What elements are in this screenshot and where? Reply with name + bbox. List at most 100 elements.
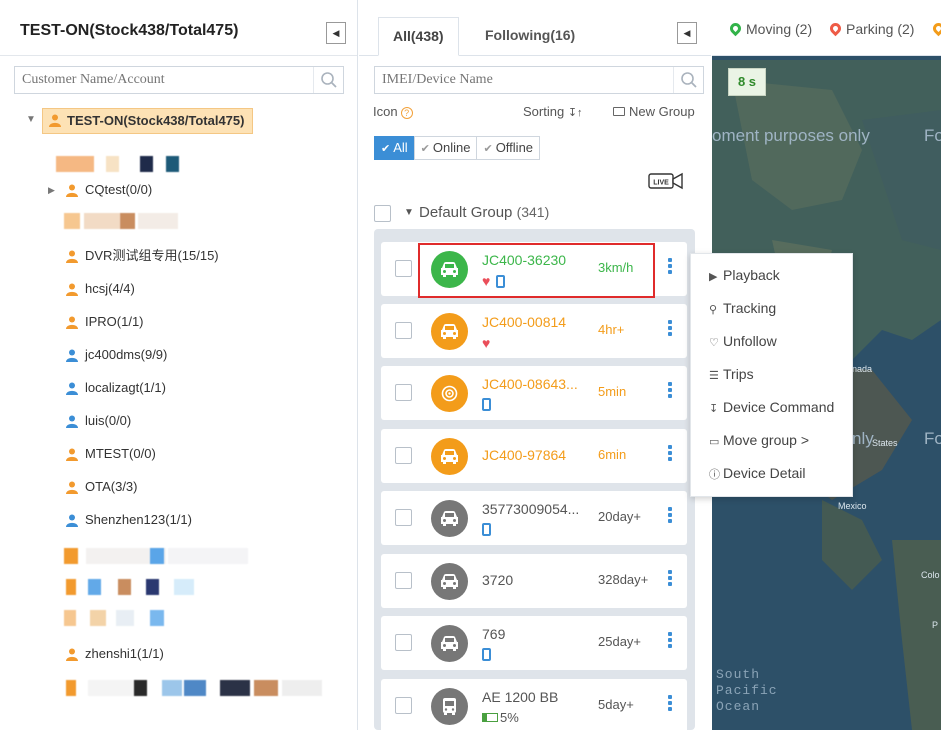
tree-item[interactable]: localizagt(1/1): [66, 378, 166, 398]
device-card[interactable]: 769 25day+: [381, 616, 687, 670]
map-label-mexico: Mexico: [838, 501, 867, 511]
tab-all[interactable]: All(438): [378, 17, 459, 56]
tree-item-label: IPRO(1/1): [85, 314, 144, 329]
device-checkbox[interactable]: [395, 447, 412, 464]
expand-arrow-icon[interactable]: ▶: [48, 180, 55, 200]
live-video-icon[interactable]: LIVE: [648, 171, 684, 191]
more-options-icon[interactable]: [668, 695, 674, 713]
device-card[interactable]: 35773009054... 20day+: [381, 491, 687, 545]
tree-root-label[interactable]: TEST-ON(Stock438/Total475): [42, 108, 254, 134]
device-card[interactable]: JC400-00814 ♥ 4hr+: [381, 304, 687, 358]
customer-panel-header: TEST-ON(Stock438/Total475) ◀: [0, 0, 357, 56]
menu-item-move-group[interactable]: ▭ Move group >: [709, 432, 809, 448]
help-icon[interactable]: ?: [400, 107, 413, 119]
map-label-p: P: [932, 620, 939, 630]
device-card[interactable]: JC400-08643... 5min: [381, 366, 687, 420]
menu-item-tracking[interactable]: ⚲ Tracking: [709, 300, 776, 316]
device-status-icons: [482, 647, 491, 663]
device-search-input[interactable]: [375, 67, 671, 93]
device-card[interactable]: 3720 328day+: [381, 554, 687, 608]
icon-setting[interactable]: Icon?: [373, 104, 413, 119]
search-icon[interactable]: [313, 67, 343, 93]
device-name: 35773009054...: [482, 501, 580, 517]
device-status: 25day+: [598, 634, 642, 649]
device-card[interactable]: JC400-97864 6min: [381, 429, 687, 483]
more-options-icon[interactable]: [668, 632, 674, 650]
map-ocean-label: South Pacific Ocean: [716, 667, 778, 715]
menu-item-unfollow[interactable]: ♡ Unfollow: [709, 333, 777, 349]
tree-root-text: TEST-ON(Stock438/Total475): [67, 113, 245, 128]
collapse-device-panel-button[interactable]: ◀: [677, 22, 697, 44]
phone-icon: [482, 648, 491, 661]
device-checkbox[interactable]: [395, 322, 412, 339]
tree-item[interactable]: jc400dms(9/9): [66, 345, 167, 365]
customer-search-input[interactable]: [15, 67, 311, 93]
tab-following[interactable]: Following(16): [471, 17, 589, 56]
menu-item-trips[interactable]: ☰ Trips: [709, 366, 754, 382]
legend-parking-label: Parking (2): [846, 21, 915, 37]
play-icon: ▶: [709, 271, 718, 283]
legend-parking[interactable]: Parking (2): [827, 20, 915, 37]
filter-online-label: Online: [432, 140, 471, 155]
device-checkbox[interactable]: [395, 697, 412, 714]
check-icon: ✔: [483, 143, 493, 155]
phone-icon: [482, 523, 491, 536]
more-options-icon[interactable]: [668, 258, 674, 276]
map-label-colo: Colo: [921, 570, 940, 580]
customer-search-field[interactable]: [14, 66, 344, 94]
filter-online-button[interactable]: ✔ Online: [413, 136, 478, 160]
blue-user-icon: [66, 414, 78, 434]
menu-item-playback[interactable]: ▶ Playback: [709, 267, 780, 283]
expand-arrow-icon[interactable]: ▼: [26, 114, 36, 125]
tree-item[interactable]: OTA(3/3): [66, 477, 138, 497]
new-group-button[interactable]: New Group: [613, 104, 695, 119]
green-pin-icon: [727, 20, 744, 37]
refresh-timer[interactable]: 8 s: [728, 68, 766, 96]
more-options-icon[interactable]: [668, 570, 674, 588]
device-checkbox[interactable]: [395, 634, 412, 651]
tree-item[interactable]: luis(0/0): [66, 411, 131, 431]
map-label-states: States: [872, 438, 898, 448]
menu-item-device-command[interactable]: ↧ Device Command: [709, 399, 834, 415]
battery-indicator: 5%: [482, 710, 519, 725]
more-options-icon[interactable]: [668, 507, 674, 525]
device-checkbox[interactable]: [395, 572, 412, 589]
tree-item[interactable]: DVR测试组专用(15/15): [66, 246, 219, 266]
tree-item[interactable]: hcsj(4/4): [66, 279, 135, 299]
more-options-icon[interactable]: [668, 382, 674, 400]
new-group-label: New Group: [629, 104, 695, 119]
orange-user-icon: [66, 480, 78, 500]
legend-moving-label: Moving (2): [746, 21, 813, 37]
blue-user-icon: [66, 381, 78, 401]
more-options-icon[interactable]: [668, 445, 674, 463]
car-icon: [431, 500, 468, 537]
device-card[interactable]: AE 1200 BB 5% 5day+: [381, 679, 687, 730]
device-search-field[interactable]: [374, 66, 704, 94]
device-checkbox[interactable]: [395, 384, 412, 401]
device-name: AE 1200 BB: [482, 689, 559, 705]
filter-offline-button[interactable]: ✔ Offline: [476, 136, 541, 160]
device-checkbox[interactable]: [395, 509, 412, 526]
device-checkbox[interactable]: [395, 260, 412, 277]
battery-icon: [482, 713, 498, 722]
group-checkbox[interactable]: [374, 205, 391, 222]
more-options-icon[interactable]: [668, 320, 674, 338]
menu-item-device-detail[interactable]: ⓘ Device Detail: [709, 465, 805, 482]
orange-user-icon: [66, 447, 78, 467]
legend-idle[interactable]: [930, 20, 941, 37]
tree-item[interactable]: ▶ CQtest(0/0): [48, 180, 152, 200]
collapse-group-icon[interactable]: ▼: [404, 207, 414, 218]
car-icon: [431, 438, 468, 475]
tree-item[interactable]: zhenshi1(1/1): [66, 644, 164, 664]
map-watermark-right-2: Fo: [924, 429, 941, 448]
redacted-row: [64, 610, 184, 626]
filter-all-button[interactable]: ✔ All: [374, 136, 415, 160]
tree-item[interactable]: Shenzhen123(1/1): [66, 510, 192, 530]
tree-item[interactable]: MTEST(0/0): [66, 444, 156, 464]
tree-item[interactable]: IPRO(1/1): [66, 312, 144, 332]
sorting-button[interactable]: Sorting ↧↑: [523, 104, 583, 119]
battery-level: 5%: [500, 710, 519, 725]
collapse-customer-panel-button[interactable]: ◀: [326, 22, 346, 44]
legend-moving[interactable]: Moving (2): [727, 20, 813, 37]
search-icon[interactable]: [673, 67, 703, 93]
